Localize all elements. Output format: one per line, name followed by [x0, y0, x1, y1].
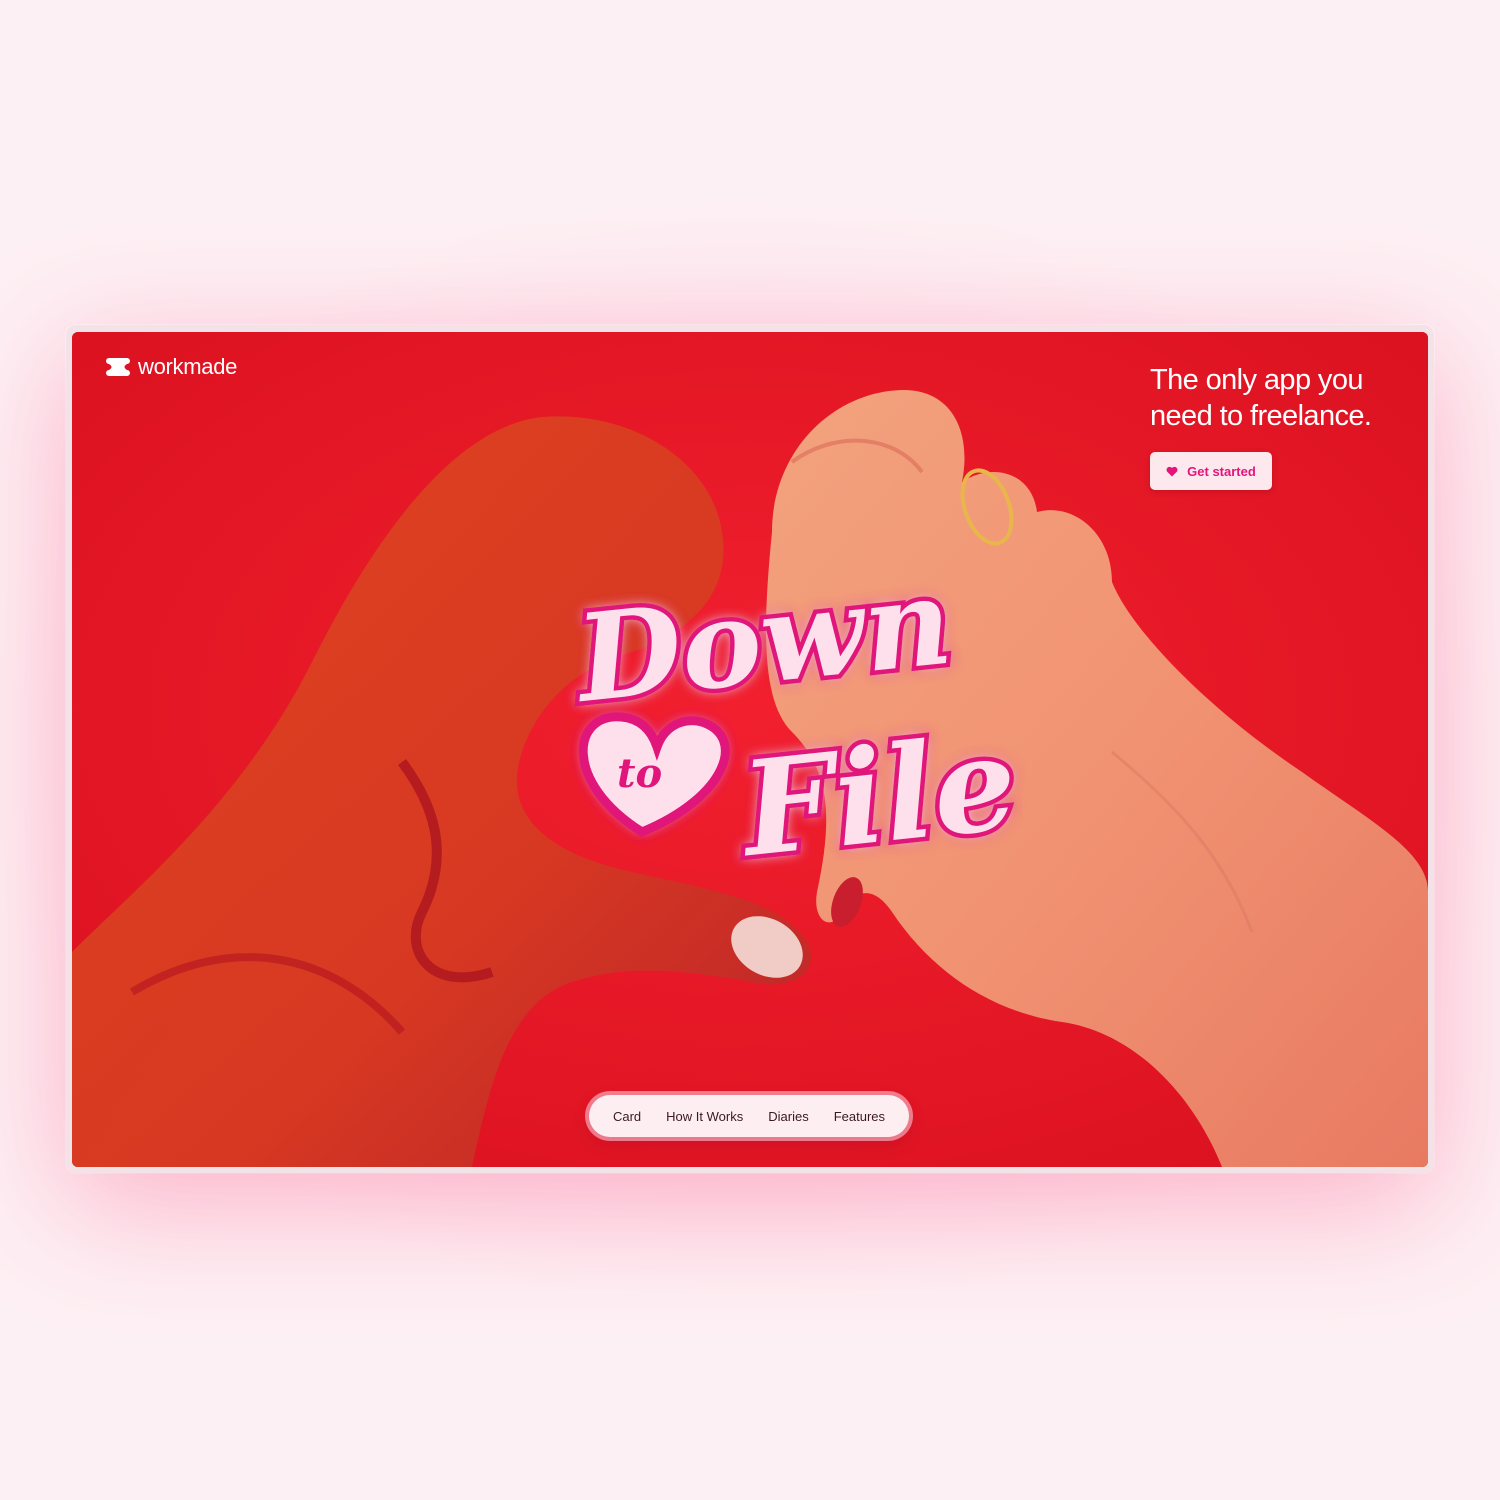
browser-frame: workmade The only app you need to freela… — [66, 325, 1434, 1173]
hero-section: workmade The only app you need to freela… — [72, 332, 1428, 1167]
tagline-line-2: need to freelance. — [1150, 400, 1372, 432]
wordmark-to: to — [617, 750, 662, 797]
down-to-file-wordmark: Down to File — [563, 546, 1028, 872]
nav-item-card[interactable]: Card — [613, 1109, 641, 1124]
nav-item-features[interactable]: Features — [834, 1109, 885, 1124]
heart-icon — [1166, 466, 1178, 476]
get-started-button[interactable]: Get started — [1150, 452, 1272, 490]
wordmark-down: Down — [568, 551, 958, 731]
hero-tagline: The only app you need to freelance. — [1150, 362, 1410, 434]
nav-item-diaries[interactable]: Diaries — [768, 1109, 808, 1124]
bottom-nav: Card How It Works Diaries Features — [589, 1095, 909, 1137]
nav-item-how-it-works[interactable]: How It Works — [666, 1109, 743, 1124]
wordmark-file: File — [731, 705, 1023, 872]
workmade-logo-icon — [106, 358, 130, 376]
tagline-line-1: The only app you — [1150, 364, 1363, 396]
get-started-label: Get started — [1187, 463, 1256, 479]
brand-name: workmade — [138, 354, 238, 379]
workmade-logo[interactable]: workmade — [106, 354, 237, 380]
